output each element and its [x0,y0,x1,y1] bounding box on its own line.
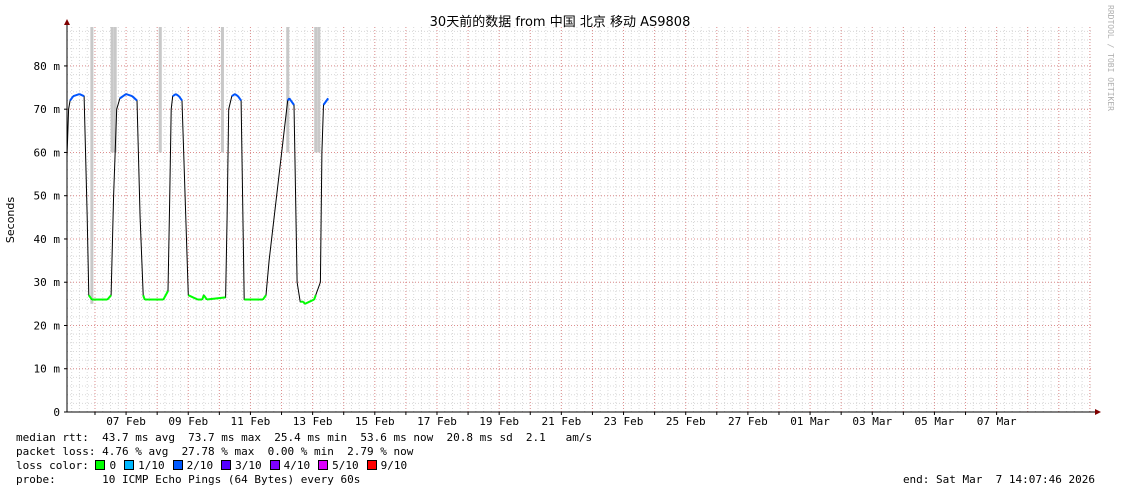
loss-colored-segment [288,97,292,102]
loss-colored-segment [72,93,80,98]
loss-colored-segment [175,93,180,98]
latency-chart: 0 10 m 20 m 30 m 40 m 50 m 60 m 70 m 80 m 07 Feb… [4,5,1115,428]
loss-colored-segment [234,93,239,98]
loss-colored-segment [69,95,75,102]
x-tick-label: 19 Feb [479,415,519,428]
y-axis-arrow [64,19,70,25]
y-tick-label: 40 m [34,233,61,246]
x-tick-label: 09 Feb [168,415,208,428]
loss-colored-segment [119,95,124,100]
loss-colored-segment [290,99,295,106]
x-tick-label: 05 Mar [915,415,955,428]
loss-color-label-text: 5/10 [332,459,359,472]
loss-color-item: 3/10 [221,459,262,472]
x-tick-label: 25 Feb [666,415,706,428]
loss-colored-segment [106,294,112,301]
x-tick-label: 11 Feb [231,415,271,428]
loss-color-label-text: 2/10 [186,459,214,472]
loss-colored-segment [313,294,317,300]
x-tick-label: 15 Feb [355,415,395,428]
x-tick-labels: 07 Feb 09 Feb 11 Feb 13 Feb 15 Feb 17 Feb 19 F… [94,412,1017,428]
loss-color-swatch [318,460,329,470]
loss-colored-segment [178,95,183,102]
x-tick-label: 13 Feb [293,415,333,428]
x-tick-label: 07 Feb [106,415,146,428]
y-tick-label: 60 m [34,146,61,159]
median-rtt-row: median rtt: 43.7 ms avg 73.7 ms max 25.4… [16,431,593,444]
y-tick-label: 20 m [34,319,61,332]
loss-color-item: 1/10 [124,459,165,472]
y-tick-label: 0 [53,406,60,419]
x-tick-label: 21 Feb [541,415,581,428]
loss-colored-segment [79,93,85,98]
y-tick-label: 10 m [34,363,61,376]
loss-colored-segment [172,93,177,98]
loss-color-item: 9/10 [366,459,408,472]
y-tick-label: 30 m [34,276,61,289]
loss-color-swatch [221,460,232,470]
loss-color-label-text: 9/10 [380,459,408,472]
loss-color-list: 0 1/10 2/10 3/10 4/10 5/10 9/10 [95,459,415,472]
x-tick-label: 17 Feb [417,415,457,428]
loss-color-label-text: 1/10 [138,459,165,472]
x-tick-label: 23 Feb [604,415,644,428]
probe-text: probe: 10 ICMP Echo Pings (64 Bytes) eve… [16,473,361,486]
loss-color-swatch [124,460,135,470]
loss-colored-segment [231,93,236,98]
loss-colored-segment [122,93,127,98]
x-axis-arrow [1095,409,1101,415]
loss-colored-segment [237,95,242,102]
loss-color-swatch [172,460,183,470]
loss-colored-segment [162,290,169,301]
loss-colored-segment [142,294,146,300]
y-axis-label: Seconds [4,197,17,243]
y-tick-label: 70 m [34,103,61,116]
x-tick-label: 03 Mar [852,415,892,428]
loss-color-item: 2/10 [172,459,214,472]
rrdtool-watermark: RRDTOOL / TOBI OETIKER [1106,5,1115,111]
loss-color-swatch [269,460,280,470]
loss-color-label-text: 0 [109,459,117,472]
x-tick-label: 07 Mar [977,415,1017,428]
y-tick-label: 80 m [34,60,61,73]
major-grid [67,27,1093,412]
loss-color-label-text: 4/10 [283,459,311,472]
x-tick-label: 27 Feb [728,415,768,428]
minor-grid [67,27,1093,412]
loss-color-item: 4/10 [269,459,311,472]
chart-title: 30天前的数据 from 中国 北京 移动 AS9808 [430,14,691,30]
loss-colored-segment [322,97,329,106]
loss-colored-segment [125,93,133,98]
loss-color-swatch [366,460,377,470]
loss-color-swatch [95,460,106,470]
loss-colored-segment [304,300,310,305]
packet-loss-row: packet loss: 4.76 % avg 27.78 % max 0.00… [16,445,414,458]
end-time: end: Sat Mar 7 14:07:46 2026 [902,473,1095,486]
loss-color-item: 0 [95,459,116,472]
x-tick-label: 01 Mar [790,415,830,428]
loss-colored-segment [202,294,208,301]
legend-panel: median rtt: 43.7 ms avg 73.7 ms max 25.4… [16,431,1111,487]
loss-color-label: loss color: [16,459,96,472]
loss-color-row: loss color: 0 1/10 2/10 3/10 4/10 5/10 9/10 [16,459,1111,473]
loss-color-label-text: 3/10 [235,459,262,472]
loss-color-item: 5/10 [318,459,359,472]
loss-colored-segment [131,95,138,102]
loss-colored-segment [262,294,267,301]
loss-colored-segment [302,301,306,305]
loss-colored-segment [206,296,226,301]
probe-row: probe: 10 ICMP Echo Pings (64 Bytes) eve… [16,473,1111,487]
y-tick-labels: 0 10 m 20 m 30 m 40 m 50 m 60 m 70 m 80 m [34,60,67,419]
y-tick-label: 50 m [34,190,61,203]
